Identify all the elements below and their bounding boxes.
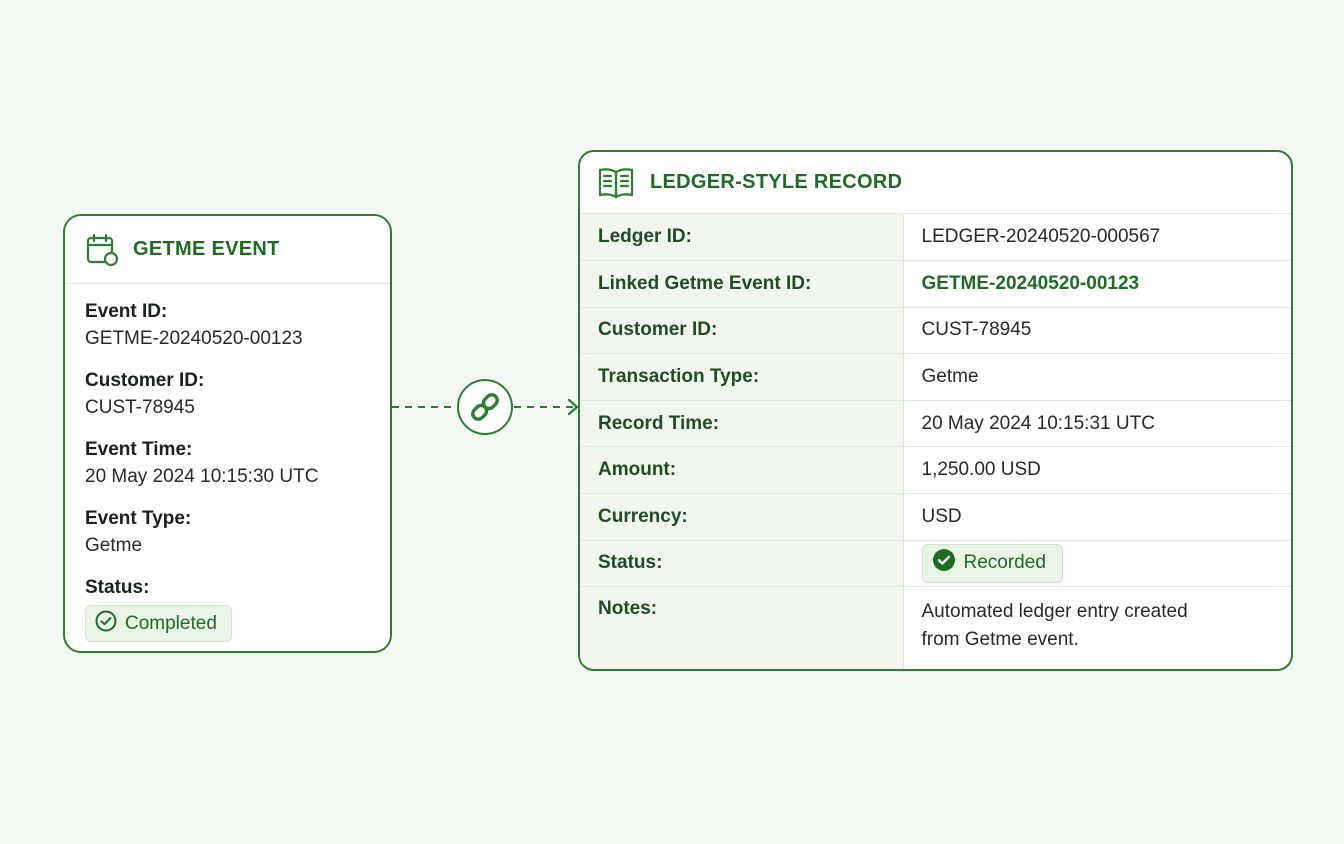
link-connector	[390, 375, 585, 439]
check-circle-icon	[95, 610, 117, 638]
currency-label: Currency:	[580, 493, 904, 541]
transaction-type-value: Getme	[903, 353, 1291, 401]
customer-id-value: CUST-78945	[85, 397, 195, 418]
status-badge-text: Recorded	[963, 552, 1046, 574]
notes-line-1: Automated ledger entry created	[921, 601, 1188, 623]
customer-id-label: Customer ID:	[85, 370, 205, 391]
table-row: Ledger ID: LEDGER-20240520-000567	[580, 214, 1291, 262]
notes-label: Notes:	[580, 586, 904, 669]
table-row: Linked Getme Event ID: GETME-20240520-00…	[580, 260, 1291, 308]
table-row: Record Time: 20 May 2024 10:15:31 UTC	[580, 400, 1291, 448]
status-badge-completed: Completed	[85, 605, 232, 642]
linked-event-id-label: Linked Getme Event ID:	[580, 260, 904, 308]
event-type-value: Getme	[85, 535, 143, 556]
event-type-field: Event Type: Getme	[85, 505, 370, 560]
ledger-status-label: Status:	[580, 540, 904, 588]
check-circle-filled-icon	[932, 548, 956, 578]
event-card-header: GETME EVENT	[65, 216, 390, 284]
event-status-label: Status:	[85, 577, 150, 598]
record-time-value: 20 May 2024 10:15:31 UTC	[903, 400, 1291, 448]
table-row: Status: Recorded	[580, 540, 1291, 588]
getme-event-card: GETME EVENT Event ID: GETME-20240520-001…	[63, 214, 392, 653]
customer-id-value: CUST-78945	[903, 307, 1291, 355]
table-row: Currency: USD	[580, 493, 1291, 541]
table-row-notes: Notes: Automated ledger entry created fr…	[580, 586, 1291, 669]
event-id-label: Event ID:	[85, 301, 168, 322]
table-row: Amount: 1,250.00 USD	[580, 446, 1291, 495]
ledger-id-label: Ledger ID:	[580, 214, 904, 262]
calendar-icon	[85, 233, 119, 267]
status-badge-text: Completed	[125, 612, 217, 634]
event-status-field: Status: Completed	[85, 574, 370, 642]
ledger-table: Ledger ID: LEDGER-20240520-000567 Linked…	[580, 214, 1291, 669]
ledger-record-card: LEDGER-STYLE RECORD Ledger ID: LEDGER-20…	[578, 150, 1293, 671]
table-row: Customer ID: CUST-78945	[580, 307, 1291, 355]
ledger-card-title: LEDGER-STYLE RECORD	[650, 171, 903, 193]
customer-id-label: Customer ID:	[580, 307, 904, 355]
status-badge-recorded: Recorded	[921, 543, 1063, 583]
notes-value: Automated ledger entry created from Getm…	[903, 587, 1291, 669]
event-id-field: Event ID: GETME-20240520-00123	[85, 298, 370, 353]
open-book-icon	[598, 167, 634, 199]
ledger-id-value: LEDGER-20240520-000567	[903, 214, 1291, 262]
event-time-value: 20 May 2024 10:15:30 UTC	[85, 466, 319, 487]
event-id-value: GETME-20240520-00123	[85, 328, 303, 349]
customer-id-field: Customer ID: CUST-78945	[85, 367, 370, 422]
ledger-card-header: LEDGER-STYLE RECORD	[580, 152, 1291, 214]
transaction-type-label: Transaction Type:	[580, 353, 904, 401]
amount-value: 1,250.00 USD	[903, 446, 1291, 495]
table-row: Transaction Type: Getme	[580, 353, 1291, 401]
event-time-field: Event Time: 20 May 2024 10:15:30 UTC	[85, 436, 370, 491]
record-time-label: Record Time:	[580, 400, 904, 448]
event-card-body: Event ID: GETME-20240520-00123 Customer …	[65, 284, 390, 642]
event-type-label: Event Type:	[85, 508, 192, 529]
link-icon	[457, 379, 513, 435]
notes-line-2: from Getme event.	[921, 629, 1079, 651]
event-card-title: GETME EVENT	[133, 238, 280, 260]
currency-value: USD	[903, 493, 1291, 541]
event-time-label: Event Time:	[85, 439, 193, 460]
linked-event-id-value[interactable]: GETME-20240520-00123	[903, 260, 1291, 308]
ledger-status-cell: Recorded	[903, 540, 1291, 588]
amount-label: Amount:	[580, 446, 904, 495]
